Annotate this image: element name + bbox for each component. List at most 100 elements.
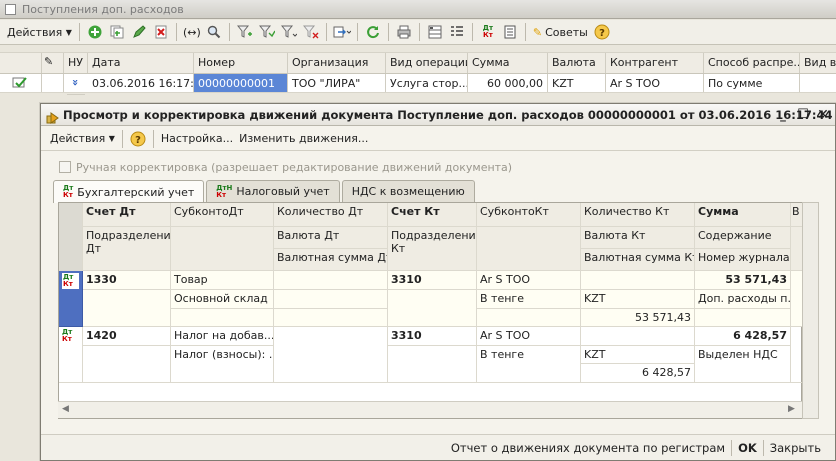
col-header-organization[interactable]: Организация [288,53,386,73]
cell-sub-dt-1b[interactable]: Основной склад [171,290,274,309]
col-header-amount[interactable]: Сумма [468,53,548,73]
hdr-dept-kt[interactable]: Подразделение Кт [388,227,477,271]
actions-menu[interactable]: Действия ▼ [4,22,75,43]
cell-sub-kt-2b[interactable]: В тенге [477,346,581,383]
copy-icon[interactable] [107,22,127,42]
hdr-currency-dt[interactable]: Валюта Дт [274,227,388,249]
col-header-nu[interactable]: НУ [64,53,88,73]
col-header-contractor[interactable]: Контрагент [606,53,704,73]
post-icon[interactable]: (↔) [182,22,202,42]
help-icon[interactable]: ? [592,22,612,42]
col-header-number[interactable]: Номер [194,53,288,73]
checkbox-box[interactable] [59,161,71,173]
cell-content-1[interactable]: Доп. расходы п... [695,290,791,309]
dialog-actions-menu[interactable]: Действия ▼ [47,128,118,149]
col-header-currency[interactable]: Валюта [548,53,606,73]
cell-cur-kt-2[interactable]: KZT [581,346,695,364]
ok-button[interactable]: OK [732,441,763,455]
cell-cur-dt-1[interactable] [274,290,388,309]
cell-dept-kt-2[interactable] [388,346,477,383]
list-settings-icon[interactable] [447,22,467,42]
hdr-sum[interactable]: Сумма [695,203,791,227]
cell-acc-kt-1[interactable]: 3310 [388,271,477,290]
refresh-icon[interactable] [363,22,383,42]
maximize-icon[interactable]: ☐ [795,107,811,123]
cell-valsum-kt-2[interactable]: 6 428,57 [581,364,695,383]
horizontal-scrollbar[interactable]: ◀ ▶ [58,401,802,418]
col-header-method[interactable]: Способ распре... [704,53,800,73]
filter-by-value-icon[interactable] [257,22,277,42]
cell-sub-kt-1c[interactable] [477,309,581,327]
find-icon[interactable] [204,22,224,42]
delete-icon[interactable] [151,22,171,42]
filter-dropdown-icon[interactable] [279,22,299,42]
filter-icon[interactable] [235,22,255,42]
cell-sub-dt-2a[interactable]: Налог на добав... [171,327,274,346]
close-icon[interactable]: ✕ [815,107,831,123]
row-selector-1[interactable]: Дт Кт [59,271,83,327]
cell-valsum-kt-1[interactable]: 53 571,43 [581,309,695,327]
scroll-right-icon[interactable]: ▶ [788,404,795,414]
col-header-operation[interactable]: Вид операции [386,53,468,73]
hdr-dept-dt[interactable]: Подразделение Дт [83,227,171,271]
tips-button[interactable]: ✎ Советы [530,22,591,43]
cell-sum-1[interactable]: 53 571,43 [695,271,791,290]
cell-content-2[interactable]: Выделен НДС [695,346,791,383]
dialog-help-icon[interactable]: ? [128,129,148,149]
hdr-valsum-kt[interactable]: Валютная сумма Кт [581,249,695,271]
hdr-acc-kt[interactable]: Счет Кт [388,203,477,227]
hdr-acc-dt[interactable]: Счет Дт [83,203,171,227]
row-selector-2[interactable]: Дт Кт [59,327,83,383]
cell-acc-kt-2[interactable]: 3310 [388,327,477,346]
hdr-sub-kt[interactable]: СубконтоКт [477,203,581,227]
report-icon[interactable] [500,22,520,42]
edit-icon[interactable] [129,22,149,42]
cell-dept-dt-2[interactable] [83,346,171,383]
cell-acc-dt-2[interactable]: 1420 [83,327,171,346]
cell-dept-dt-1[interactable] [83,290,171,327]
hdr-qty-kt[interactable]: Количество Кт [581,203,695,227]
cell-sub-kt-1a[interactable]: Ar S TOO [477,271,581,290]
cell-qty-kt-1[interactable] [581,271,695,290]
cell-acc-dt-1[interactable]: 1330 [83,271,171,290]
col-header-type[interactable]: Вид в [800,53,836,73]
table-row[interactable]: » 03.06.2016 16:17:... 00000000001 ТОО "… [0,71,836,95]
hdr-currency-kt[interactable]: Валюта Кт [581,227,695,249]
cell-sub-kt-2a[interactable]: Ar S TOO [477,327,581,346]
hdr-valsum-dt[interactable]: Валютная сумма Дт [274,249,388,271]
hdr-content[interactable]: Содержание [695,227,791,249]
registers-report-button[interactable]: Отчет о движениях документа по регистрам [445,441,731,455]
hdr-qty-dt[interactable]: Количество Дт [274,203,388,227]
cell-journal-1[interactable] [695,309,791,327]
go-to-icon[interactable] [332,22,352,42]
minimize-icon[interactable]: _ [775,107,791,123]
add-icon[interactable] [85,22,105,42]
cell-qty-kt-2[interactable] [581,327,695,346]
cell-sub-dt-1c[interactable] [171,309,274,327]
cell-qty-dt-1[interactable] [274,271,388,290]
tab-tax[interactable]: ДтН Кт Налоговый учет [206,180,340,202]
cell-sum-2[interactable]: 6 428,57 [695,327,791,346]
clear-filter-icon[interactable] [301,22,321,42]
print-icon[interactable] [394,22,414,42]
col-header-date[interactable]: Дата [88,53,194,73]
vertical-scrollbar[interactable] [802,202,819,419]
scroll-left-icon[interactable]: ◀ [62,404,69,414]
cell-sub-dt-2b[interactable]: Налог (взносы): ... [171,346,274,383]
hdr-journal[interactable]: Номер журнала [695,249,791,271]
close-button[interactable]: Закрыть [764,441,827,455]
manual-correction-checkbox[interactable]: Ручная корректировка (разрешает редактир… [59,159,512,175]
list-header-edit[interactable]: ✎ [42,53,64,73]
cell-dept-kt-1[interactable] [388,290,477,327]
cell-qty-dt-2[interactable] [274,327,388,383]
tab-accounting[interactable]: Дт Кт Бухгалтерский учет [53,180,205,203]
cell-sub-dt-1a[interactable]: Товар [171,271,274,290]
tab-vat[interactable]: НДС к возмещению [341,180,475,202]
cell-cur-kt-1[interactable]: KZT [581,290,695,309]
cell-number[interactable]: 00000000001 [194,74,288,92]
change-movements-button[interactable]: Изменить движения... [236,128,371,149]
cell-valsum-dt-1[interactable] [274,309,388,327]
cell-sub-kt-1b[interactable]: В тенге [477,290,581,309]
dt-kt-icon[interactable]: Дт Кт [478,22,498,42]
settings-button[interactable]: Настройка... [158,128,236,149]
